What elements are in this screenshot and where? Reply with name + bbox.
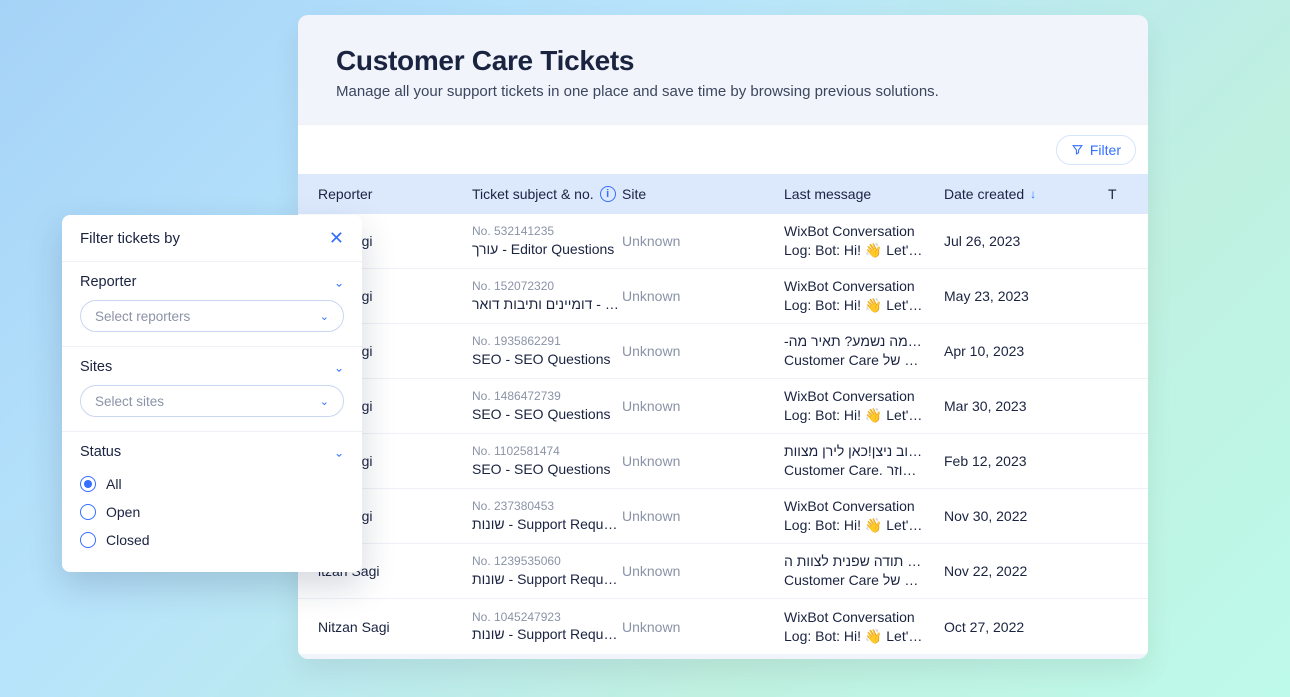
filter-section-status: Status ⌃ All Open Closed xyxy=(62,432,362,572)
radio-icon xyxy=(80,532,96,548)
col-site[interactable]: Site xyxy=(622,186,784,202)
filter-status-label: Status xyxy=(80,444,121,460)
status-radio-all[interactable]: All xyxy=(80,470,344,498)
chevron-down-icon: ⌄ xyxy=(320,310,329,323)
cell-subject: No. 532141235 עורך - Editor Questions xyxy=(472,223,622,258)
col-truncated: T xyxy=(1108,186,1130,202)
page-subtitle: Manage all your support tickets in one p… xyxy=(336,83,1110,100)
tickets-table: Reporter Ticket subject & no. i Site Las… xyxy=(298,174,1148,654)
sites-select[interactable]: Select sites ⌄ xyxy=(80,385,344,417)
status-radio-open[interactable]: Open xyxy=(80,498,344,526)
cell-message: WixBot Conversation Log: Bot: Hi! 👋 Let'… xyxy=(784,222,944,260)
filter-section-reporter: Reporter ⌃ Select reporters ⌄ xyxy=(62,262,362,347)
table-row[interactable]: zan Sagi No. 237380453 שונות - Support R… xyxy=(298,489,1148,544)
filter-popover: Filter tickets by ✕ Reporter ⌃ Select re… xyxy=(62,215,362,572)
table-body: zan Sagi No. 532141235 עורך - Editor Que… xyxy=(298,214,1148,654)
filter-bar: Filter xyxy=(298,124,1148,174)
reporter-select[interactable]: Select reporters ⌄ xyxy=(80,300,344,332)
chevron-up-icon: ⌃ xyxy=(334,275,344,289)
page-title: Customer Care Tickets xyxy=(336,45,1110,77)
table-row[interactable]: itzan Sagi No. 1239535060 שונות - Suppor… xyxy=(298,544,1148,599)
status-radio-closed[interactable]: Closed xyxy=(80,526,344,554)
filter-section-sites: Sites ⌃ Select sites ⌄ xyxy=(62,347,362,432)
radio-icon xyxy=(80,476,96,492)
col-subject[interactable]: Ticket subject & no. i xyxy=(472,186,622,202)
cell-date: Jul 26, 2023 xyxy=(944,233,1108,249)
chevron-down-icon: ⌄ xyxy=(320,395,329,408)
panel-header: Customer Care Tickets Manage all your su… xyxy=(298,15,1148,124)
col-last-message[interactable]: Last message xyxy=(784,186,944,202)
table-row[interactable]: zan Sagi No. 1935862291 SEO - SEO Questi… xyxy=(298,324,1148,379)
col-date-created[interactable]: Date created ↓ xyxy=(944,186,1108,202)
table-row[interactable]: zan Sagi No. 532141235 עורך - Editor Que… xyxy=(298,214,1148,269)
cell-site: Unknown xyxy=(622,233,784,249)
filter-reporter-label: Reporter xyxy=(80,274,136,290)
filter-popover-header: Filter tickets by ✕ xyxy=(62,215,362,262)
chevron-up-icon: ⌃ xyxy=(334,445,344,459)
col-reporter[interactable]: Reporter xyxy=(318,186,472,202)
filter-button-label: Filter xyxy=(1090,142,1121,158)
info-icon[interactable]: i xyxy=(600,186,616,202)
table-row[interactable]: Nitzan Sagi No. 1045247923 שונות - Suppo… xyxy=(298,599,1148,654)
tickets-panel: Customer Care Tickets Manage all your su… xyxy=(298,15,1148,659)
radio-icon xyxy=(80,504,96,520)
sort-arrow-icon: ↓ xyxy=(1030,187,1036,201)
filter-sites-label: Sites xyxy=(80,359,112,375)
close-icon[interactable]: ✕ xyxy=(329,229,344,247)
table-row[interactable]: zan Sagi No. 152072320 דומיינים ותיבות ד… xyxy=(298,269,1148,324)
chevron-up-icon: ⌃ xyxy=(334,360,344,374)
table-row[interactable]: zan Sagi No. 1102581474 SEO - SEO Questi… xyxy=(298,434,1148,489)
table-header: Reporter Ticket subject & no. i Site Las… xyxy=(298,174,1148,214)
table-row[interactable]: zan Sagi No. 1486472739 SEO - SEO Questi… xyxy=(298,379,1148,434)
filter-icon xyxy=(1071,143,1084,156)
filter-popover-title: Filter tickets by xyxy=(80,230,180,247)
filter-button[interactable]: Filter xyxy=(1056,135,1136,165)
